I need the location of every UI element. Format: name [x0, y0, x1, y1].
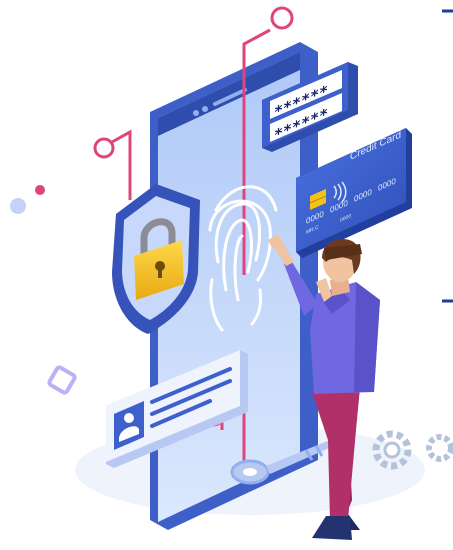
- decor-dot-blue: [10, 198, 26, 214]
- decor-dot-pink: [35, 185, 45, 195]
- gear-icon-small: [426, 434, 453, 462]
- security-illustration: ****** ****** Credit Card 0000 0000 0000…: [10, 6, 453, 540]
- decor-square-outline: [47, 365, 77, 395]
- phone-camera: [193, 110, 199, 116]
